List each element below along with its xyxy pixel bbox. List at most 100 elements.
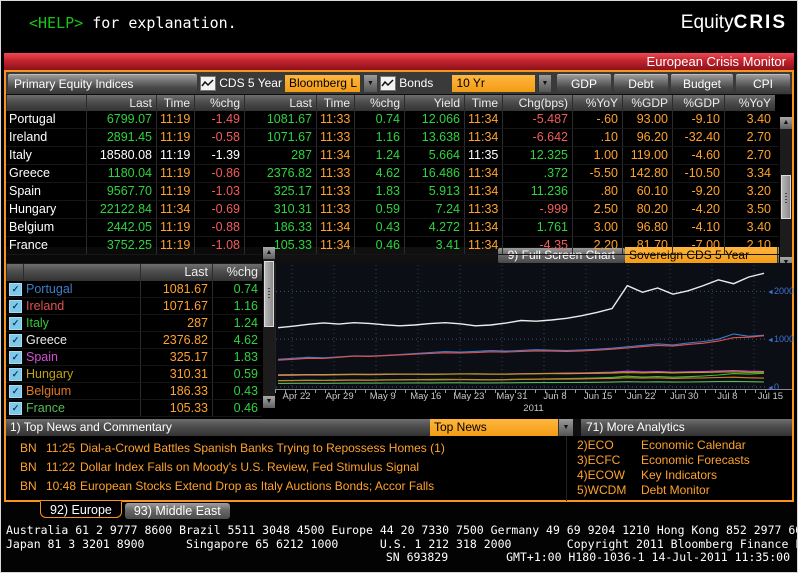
scroll-thumb[interactable]	[264, 261, 274, 327]
table-scrollbar[interactable]: ▲ ▼	[779, 117, 792, 269]
bonds-tenor-dropdown[interactable]: 10 Yr	[452, 75, 534, 92]
tab--europe[interactable]: 92) Europe	[40, 501, 122, 518]
watchlist-row[interactable]: ✓Belgium186.330.43	[6, 383, 262, 400]
table-row[interactable]: Hungary22122.8411:34-0.69310.3111:330.59…	[6, 201, 792, 219]
watchlist-header-row: Last %chg	[6, 264, 262, 281]
metric-button-budget[interactable]: Budget	[671, 74, 733, 92]
analytics-code[interactable]: 4)ECOW	[577, 468, 641, 483]
column-header: %chg	[194, 95, 244, 111]
watchlist-row[interactable]: ✓France105.330.46	[6, 400, 262, 417]
watchlist-row[interactable]: ✓Portugal1081.670.74	[6, 281, 262, 298]
watchlist-chg-header: %chg	[212, 264, 262, 281]
table-row[interactable]: Ireland2891.4511:19-0.581071.6711:331.16…	[6, 129, 792, 147]
watchlist-last-value: 310.31	[140, 366, 212, 382]
watchlist-row[interactable]: ✓Italy2871.24	[6, 315, 262, 332]
watchlist-chg-value: 1.16	[212, 298, 262, 314]
metric-buttons: GDPDebtBudgetCPI	[557, 74, 790, 92]
analytics-code[interactable]: 5)WCDM	[577, 483, 641, 498]
series-line-greece	[278, 273, 764, 327]
analytics-link[interactable]: 2)ECOEconomic Calendar	[567, 438, 792, 453]
watchlist-row[interactable]: ✓Greece2376.824.62	[6, 332, 262, 349]
chevron-down-icon[interactable]: ▼	[558, 419, 573, 436]
analytics-name[interactable]: Economic Forecasts	[641, 453, 750, 468]
news-item[interactable]: BN11:22Dollar Index Falls on Moody's U.S…	[6, 458, 566, 477]
table-row[interactable]: France3752.2511:19-1.08105.3311:340.463.…	[6, 237, 792, 255]
checkbox-checked-icon[interactable]: ✓	[9, 300, 22, 313]
analytics-name[interactable]: Debt Monitor	[641, 483, 710, 498]
value-cell: 5.913	[404, 183, 464, 200]
checkbox-checked-icon[interactable]: ✓	[9, 283, 22, 296]
value-cell: -4.35	[502, 237, 572, 254]
cds-line-chart[interactable]: ◄0◄1000◄2000	[275, 263, 792, 389]
analytics-link[interactable]: 5)WCDMDebt Monitor	[567, 483, 792, 498]
column-header: Last	[86, 95, 156, 111]
value-cell: 18580.08	[86, 147, 156, 164]
scroll-down-icon[interactable]: ▼	[263, 396, 275, 408]
value-cell: 11:19	[156, 219, 194, 236]
checkbox-checked-icon[interactable]: ✓	[9, 402, 22, 415]
value-cell: 3.50	[724, 201, 775, 218]
watchlist-country-label: Hungary	[23, 366, 140, 382]
table-row[interactable]: Portugal6799.0711:19-1.491081.6711:330.7…	[6, 111, 792, 129]
analytics-code[interactable]: 3)ECFC	[577, 453, 641, 468]
value-cell: -10.50	[672, 165, 724, 182]
analytics-name[interactable]: Economic Calendar	[641, 438, 746, 453]
analytics-code[interactable]: 2)ECO	[577, 438, 641, 453]
help-link[interactable]: <HELP>	[29, 14, 83, 32]
watchlist-chg-value: 0.74	[212, 281, 262, 297]
top-news-header[interactable]: 1) Top News and Commentary	[6, 419, 430, 436]
serial-number: SN 693829	[386, 551, 448, 565]
news-item[interactable]: BN10:48European Stocks Extend Drop as It…	[6, 477, 566, 496]
scroll-up-icon[interactable]: ▲	[780, 117, 792, 129]
metric-button-gdp[interactable]: GDP	[557, 74, 611, 92]
section-toolbar: Primary Equity Indices CDS 5 Year Bloomb…	[6, 72, 792, 95]
news-headline[interactable]: Dial-a-Crowd Battles Spanish Banks Tryin…	[80, 439, 445, 458]
checkbox-checked-icon[interactable]: ✓	[9, 334, 22, 347]
watchlist-scrollbar[interactable]: ▲ ▼	[262, 247, 275, 408]
chart-panel: 9) Full Screen Chart Sovereign CDS 5 Yea…	[275, 247, 792, 419]
news-item[interactable]: BN11:25Dial-a-Crowd Battles Spanish Bank…	[6, 439, 566, 458]
news-headline[interactable]: Dollar Index Falls on Moody's U.S. Revie…	[80, 458, 419, 477]
checkbox-checked-icon[interactable]: ✓	[9, 351, 22, 364]
checkbox-checked-icon[interactable]: ✓	[9, 368, 22, 381]
value-cell: 4.62	[354, 165, 404, 182]
value-cell: -4.20	[672, 201, 724, 218]
more-analytics-header[interactable]: 71) More Analytics	[581, 419, 792, 436]
value-cell: -.60	[572, 111, 622, 128]
analytics-name[interactable]: Key Indicators	[641, 468, 717, 483]
watchlist-row[interactable]: ✓Ireland1071.671.16	[6, 298, 262, 315]
tab--middle-east[interactable]: 93) Middle East	[125, 503, 230, 519]
scroll-thumb[interactable]	[781, 175, 791, 219]
metric-button-cpi[interactable]: CPI	[736, 74, 790, 92]
news-filter-dropdown[interactable]: Top News	[430, 419, 558, 436]
chevron-down-icon[interactable]: ▼	[538, 75, 551, 92]
checkbox-checked-icon[interactable]: ✓	[9, 385, 22, 398]
value-cell: 11:34	[316, 219, 354, 236]
column-header: Last	[244, 95, 316, 111]
news-headline[interactable]: European Stocks Extend Drop as Italy Auc…	[80, 477, 434, 496]
value-cell: 1.83	[354, 183, 404, 200]
watchlist-country-label: Portugal	[23, 281, 140, 297]
chevron-down-icon[interactable]: ▼	[363, 75, 376, 92]
value-cell: 13.638	[404, 129, 464, 146]
table-row[interactable]: Belgium2442.0511:19-0.88186.3311:340.434…	[6, 219, 792, 237]
watchlist-chg-value: 1.83	[212, 349, 262, 365]
analytics-link[interactable]: 4)ECOWKey Indicators	[567, 468, 792, 483]
value-cell: 11:34	[464, 129, 502, 146]
value-cell: 93.00	[622, 111, 672, 128]
watchlist-row[interactable]: ✓Spain325.171.83	[6, 349, 262, 366]
primary-equity-indices-button[interactable]: Primary Equity Indices	[8, 74, 197, 92]
table-row[interactable]: Spain9567.7011:19-1.03325.1711:331.835.9…	[6, 183, 792, 201]
value-cell: 96.80	[622, 219, 672, 236]
watchlist-row[interactable]: ✓Hungary310.310.59	[6, 366, 262, 383]
table-row[interactable]: Italy18580.0811:19-1.3928711:341.245.664…	[6, 147, 792, 165]
table-header-row: LastTime%chgLastTime%chgYieldTimeChg(bps…	[6, 95, 792, 111]
value-cell: 1.24	[354, 147, 404, 164]
scroll-up-icon[interactable]: ▲	[263, 247, 275, 259]
cds-source-dropdown[interactable]: Bloomberg L	[285, 75, 361, 92]
country-label: Portugal	[6, 111, 86, 128]
table-row[interactable]: Greece1180.0411:19-0.862376.8211:334.621…	[6, 165, 792, 183]
metric-button-debt[interactable]: Debt	[614, 74, 668, 92]
checkbox-checked-icon[interactable]: ✓	[9, 317, 22, 330]
analytics-link[interactable]: 3)ECFCEconomic Forecasts	[567, 453, 792, 468]
